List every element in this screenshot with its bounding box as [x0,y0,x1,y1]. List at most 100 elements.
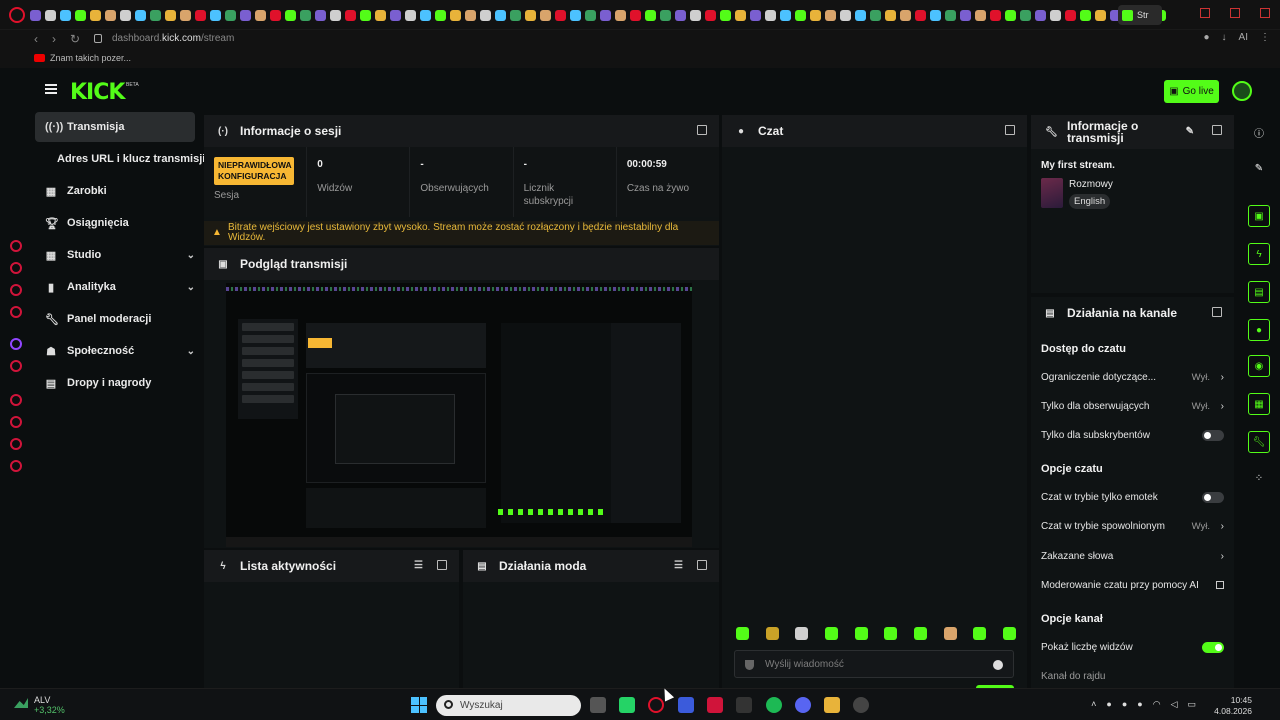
task-view-icon[interactable] [590,697,606,713]
tab-favicon-icon[interactable] [420,9,431,21]
tab-favicon-icon[interactable] [375,9,386,21]
sidebar-app-icon[interactable] [10,240,22,252]
app-icon[interactable] [678,697,694,713]
emote-only-toggle[interactable] [1202,491,1224,503]
sidebar-item-panel-moderacji[interactable]: 🔧︎ Panel moderacji [35,304,195,334]
tab-favicon-icon[interactable] [330,9,341,21]
tab-favicon-icon[interactable] [630,9,641,21]
tab-favicon-icon[interactable] [975,9,986,21]
go-live-button[interactable]: ▣ Go live [1164,80,1219,103]
subs-only-toggle[interactable] [1202,429,1224,441]
tab-favicon-icon[interactable] [705,9,716,21]
filter-icon[interactable]: ☰ [414,560,423,571]
emote-icon[interactable] [913,627,927,640]
tab-favicon-icon[interactable] [465,9,476,21]
tab-favicon-icon[interactable] [390,9,401,21]
tab-favicon-icon[interactable] [795,9,806,21]
tab-favicon-icon[interactable] [165,9,176,21]
ai-button[interactable]: AI [1239,32,1248,43]
wrench-icon[interactable]: 🔧︎ [1248,431,1270,453]
kick-logo[interactable]: KICK [70,80,125,105]
chevron-up-icon[interactable]: ˄ [1091,699,1096,710]
chat-message-input[interactable]: Wyślij wiadomość [734,650,1014,678]
tab-favicon-icon[interactable] [825,9,836,21]
setting-age-restriction[interactable]: Ograniczenie dotyczące... Wył. › [1041,369,1224,385]
tab-favicon-icon[interactable] [210,9,221,21]
tab-favicon-icon[interactable] [120,9,131,21]
tab-favicon-icon[interactable] [600,9,611,21]
edit-icon[interactable]: ✎ [1186,126,1194,137]
back-icon[interactable]: ‹ [34,32,38,46]
sidebar-subitem-stream-key[interactable]: Adres URL i klucz transmisji [57,153,205,165]
emote-icon[interactable] [973,627,987,640]
tab-favicon-icon[interactable] [810,9,821,21]
setting-ai-moderation[interactable]: Moderowanie czatu przy pomocy AI [1041,577,1224,593]
hamburger-menu-icon[interactable] [45,84,57,94]
tab-favicon-icon[interactable] [900,9,911,21]
show-viewers-toggle[interactable] [1202,641,1224,653]
document-icon[interactable]: ▤ [1248,281,1270,303]
sidebar-item-osiagniecia[interactable]: 🏆︎ Osiągnięcia [35,208,195,238]
tab-favicon-icon[interactable] [1050,9,1061,21]
sidebar-app-icon[interactable] [10,438,22,450]
windows-start-icon[interactable] [411,697,427,713]
sidebar-app-icon[interactable] [10,360,22,372]
tab-favicon-icon[interactable] [270,9,281,21]
history-icon[interactable] [10,416,22,428]
bookmark-item[interactable]: Znam takich pozer... [34,53,131,63]
tab-favicon-icon[interactable] [540,9,551,21]
setting-slow-mode[interactable]: Czat w trybie spowolnionym Wył. › [1041,518,1224,534]
tab-favicon-icon[interactable] [285,9,296,21]
battery-icon[interactable]: ▭ [1187,699,1196,710]
emote-icon[interactable] [824,627,838,640]
sidebar-item-analityka[interactable]: ▮ Analityka ⌄ [35,272,195,302]
whatsapp-icon[interactable] [619,697,635,713]
tab-favicon-icon[interactable] [405,9,416,21]
tab-favicon-icon[interactable] [990,9,1001,21]
tab-favicon-icon[interactable] [300,9,311,21]
tab-favicon-icon[interactable] [735,9,746,21]
twitch-icon[interactable] [10,338,22,350]
tab-favicon-icon[interactable] [360,9,371,21]
taskbar-search[interactable]: Wyszukaj [436,695,581,716]
tab-favicon-icon[interactable] [180,9,191,21]
setting-followers-only[interactable]: Tylko dla obserwujących Wył. › [1041,398,1224,414]
tab-active[interactable]: Str [1118,5,1162,25]
tab-favicon-icon[interactable] [45,9,56,21]
tab-favicon-icon[interactable] [945,9,956,21]
tab-favicon-icon[interactable] [240,9,251,21]
sidebar-item-zarobki[interactable]: ▦ Zarobki [35,176,195,206]
spotify-icon[interactable] [766,697,782,713]
opera-icon[interactable] [648,697,664,713]
opera-logo-icon[interactable] [9,7,25,23]
tray-app-icon[interactable]: ● [1122,699,1127,710]
tab-favicon-icon[interactable] [1095,9,1106,21]
tab-favicon-icon[interactable] [645,9,656,21]
tab-favicons[interactable] [30,6,1170,24]
sidebar-item-spolecznosc[interactable]: ☗ Społeczność ⌄ [35,336,195,366]
pencil-icon[interactable]: ✎ [1248,157,1270,179]
tab-favicon-icon[interactable] [105,9,116,21]
popout-icon[interactable] [437,560,447,570]
minimize-icon[interactable] [1200,8,1210,18]
app-icon[interactable] [736,697,752,713]
forward-icon[interactable]: › [52,32,56,46]
channel-icon[interactable]: ▦ [1248,393,1270,415]
volume-icon[interactable]: ◁ [1171,699,1178,710]
tab-favicon-icon[interactable] [555,9,566,21]
file-explorer-icon[interactable] [824,697,840,713]
info-icon[interactable]: ⓘ [1248,121,1270,143]
popout-icon[interactable] [1212,125,1222,135]
tab-favicon-icon[interactable] [1080,9,1091,21]
setting-banned-words[interactable]: Zakazane słowa › [1041,548,1224,564]
tab-favicon-icon[interactable] [690,9,701,21]
tab-favicon-icon[interactable] [915,9,926,21]
sidebar-app-icon[interactable] [10,394,22,406]
lock-icon[interactable] [94,34,102,43]
obs-icon[interactable] [853,697,869,713]
tab-favicon-icon[interactable] [780,9,791,21]
tab-favicon-icon[interactable] [60,9,71,21]
tab-favicon-icon[interactable] [585,9,596,21]
sidebar-item-dropy[interactable]: ▤ Dropy i nagrody [35,368,195,398]
tab-favicon-icon[interactable] [195,9,206,21]
